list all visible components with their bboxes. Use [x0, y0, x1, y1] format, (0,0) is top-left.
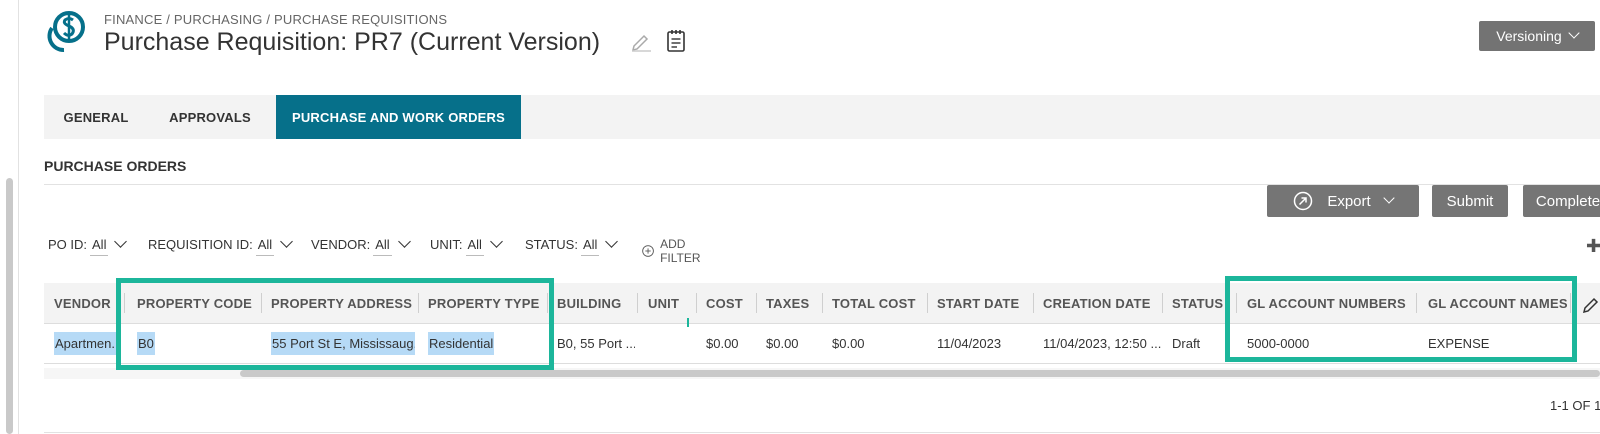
cell-unit — [648, 323, 692, 363]
cell-total-cost: $0.00 — [832, 335, 865, 351]
cell-start-date: 11/04/2023 — [937, 335, 1002, 351]
filter-vendor[interactable]: VENDOR: All — [311, 235, 411, 256]
cell-focus-marker — [687, 318, 689, 327]
complete-button[interactable]: Complete — [1523, 185, 1600, 217]
highlight-frame-gl-account-columns — [1225, 276, 1577, 362]
column-header-taxes[interactable]: TAXES — [766, 283, 809, 323]
highlight-frame-property-columns — [116, 278, 554, 370]
pagination-summary: 1-1 OF 1 — [1550, 398, 1600, 413]
filter-value[interactable]: All — [465, 237, 484, 256]
chevron-down-icon — [280, 235, 294, 248]
versioning-label: Versioning — [1496, 28, 1562, 44]
cell-taxes: $0.00 — [766, 335, 799, 351]
column-header-total-cost[interactable]: TOTAL COST — [832, 283, 916, 323]
table-horizontal-scrollbar-thumb[interactable] — [240, 370, 1600, 377]
filter-requisition-id[interactable]: REQUISITION ID: All — [148, 235, 294, 256]
cell-vendor: Apartmen... — [54, 331, 116, 355]
chevron-down-icon — [1568, 27, 1580, 39]
column-header-creation-date[interactable]: CREATION DATE — [1043, 283, 1151, 323]
column-divider[interactable] — [756, 293, 757, 313]
tab-approvals[interactable]: APPROVALS — [148, 95, 272, 139]
filter-value[interactable]: All — [580, 237, 600, 256]
page-title: Purchase Requisition: PR7 (Current Versi… — [104, 28, 601, 56]
cell-status: Draft — [1172, 335, 1201, 351]
gear-icon[interactable]: ✚ — [1586, 236, 1600, 257]
tab-general[interactable]: GENERAL — [44, 95, 148, 139]
column-header-status[interactable]: STATUS — [1172, 283, 1223, 323]
filter-value[interactable]: All — [373, 237, 392, 256]
chevron-down-icon — [397, 235, 411, 248]
edit-pencil-icon[interactable] — [630, 30, 652, 52]
edit-columns-icon[interactable] — [1582, 293, 1600, 313]
column-header-vendor[interactable]: VENDOR — [54, 283, 111, 323]
section-title: PURCHASE ORDERS — [44, 158, 187, 174]
column-divider[interactable] — [696, 293, 697, 313]
column-divider[interactable] — [637, 293, 638, 313]
filter-value[interactable]: All — [255, 237, 275, 256]
column-header-unit[interactable]: UNIT — [648, 283, 679, 323]
filter-unit[interactable]: UNIT: All — [430, 235, 503, 256]
cell-cost: $0.00 — [706, 335, 739, 351]
notes-icon[interactable] — [666, 29, 686, 53]
breadcrumb[interactable]: FINANCE / PURCHASING / PURCHASE REQUISIT… — [104, 12, 447, 27]
submit-button[interactable]: Submit — [1432, 185, 1508, 217]
page-scrollbar-thumb[interactable] — [6, 178, 13, 434]
chevron-down-icon — [114, 235, 128, 248]
column-divider[interactable] — [927, 293, 928, 313]
add-circle-icon — [642, 245, 654, 257]
export-button[interactable]: Export — [1267, 185, 1419, 217]
cell-building: B0, 55 Port ... — [557, 335, 635, 351]
export-label: Export — [1327, 192, 1371, 210]
filter-value[interactable]: All — [90, 237, 109, 256]
divider — [44, 432, 1600, 433]
column-header-start-date[interactable]: START DATE — [937, 283, 1019, 323]
chevron-down-icon — [605, 235, 619, 248]
export-arrow-icon — [1294, 191, 1313, 211]
filter-status[interactable]: STATUS: All — [525, 235, 619, 256]
column-divider[interactable] — [1033, 293, 1034, 313]
cell-creation-date: 11/04/2023, 12:50 ... — [1043, 335, 1161, 351]
tab-purchase-and-work-orders[interactable]: PURCHASE AND WORK ORDERS — [276, 95, 521, 139]
versioning-button[interactable]: Versioning — [1479, 21, 1595, 51]
chevron-down-icon — [490, 235, 503, 248]
column-header-cost[interactable]: COST — [706, 283, 743, 323]
add-filter-button[interactable]: ADD FILTER — [642, 237, 706, 265]
column-divider[interactable] — [1162, 293, 1163, 313]
column-header-building[interactable]: BUILDING — [557, 283, 621, 323]
finance-logo-icon — [47, 11, 85, 52]
page-scrollbar[interactable] — [0, 0, 19, 434]
column-divider[interactable] — [822, 293, 823, 313]
filter-po-id[interactable]: PO ID: All — [48, 235, 128, 256]
chevron-down-icon — [1383, 192, 1395, 204]
